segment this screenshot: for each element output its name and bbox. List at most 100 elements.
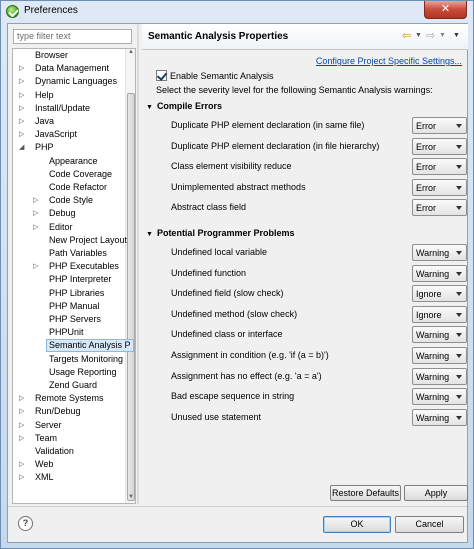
severity-value: Warning (416, 392, 450, 403)
chevron-down-icon (456, 292, 462, 297)
preference-tree: ▲ ▼ Browser ▷ Data Management ▷ Dynamic Lang… (12, 48, 136, 504)
collapsed-arrow-icon[interactable]: ▷ (19, 128, 27, 141)
tree-item-label: JavaScript (35, 129, 78, 140)
collapsed-arrow-icon[interactable]: ▷ (19, 89, 27, 102)
tree-item-label: Appearance (49, 155, 98, 166)
section-collapse-icon[interactable]: ▼ (146, 231, 153, 238)
severity-select[interactable]: Ignore (412, 305, 467, 323)
forward-dropdown-icon[interactable]: ▼ (439, 29, 446, 43)
panel-sash[interactable] (137, 24, 139, 504)
severity-rule-row: Duplicate PHP element declaration (in sa… (171, 117, 467, 135)
enable-semantic-analysis-checkbox[interactable] (156, 70, 167, 81)
tree-item-label: Editor (49, 221, 73, 232)
severity-rule-row: Undefined field (slow check) Ignore (171, 285, 467, 303)
collapsed-arrow-icon[interactable]: ▷ (19, 392, 27, 405)
tree-item-label: Targets Monitoring (49, 353, 124, 364)
severity-select[interactable]: Error (412, 178, 467, 196)
filter-input[interactable]: type filter text (13, 29, 132, 44)
back-dropdown-icon[interactable]: ▼ (415, 29, 422, 43)
rule-label: Undefined field (slow check) (171, 288, 284, 299)
severity-value: Warning (416, 371, 450, 382)
collapsed-arrow-icon[interactable]: ▷ (19, 62, 27, 75)
section-header[interactable]: ▼ Potential Programmer Problems (146, 227, 294, 240)
severity-select[interactable]: Warning (412, 408, 467, 426)
collapsed-arrow-icon[interactable]: ▷ (19, 405, 27, 418)
tree-item-label: Usage Reporting (49, 366, 117, 377)
section-collapse-icon[interactable]: ▼ (146, 104, 153, 111)
chevron-down-icon (456, 124, 462, 128)
rule-label: Assignment in condition (e.g. 'if (a = b… (171, 350, 329, 360)
severity-rule-row: Duplicate PHP element declaration (in fi… (171, 137, 467, 156)
severity-rule-row: Bad escape sequence in string Warning (171, 388, 467, 406)
forward-arrow-icon[interactable]: ⇨ (426, 29, 435, 43)
enable-semantic-analysis-label: Enable Semantic Analysis (170, 71, 274, 81)
collapsed-arrow-icon[interactable]: ▷ (33, 260, 41, 273)
configure-project-settings-link[interactable]: Configure Project Specific Settings... (316, 56, 462, 66)
collapsed-arrow-icon[interactable]: ▷ (33, 207, 41, 220)
severity-rule-row: Undefined method (slow check) Ignore (171, 305, 467, 324)
rule-label: Undefined class or interface (171, 329, 283, 340)
collapsed-arrow-icon[interactable]: ▷ (33, 221, 41, 234)
page-title: Semantic Analysis Properties (148, 31, 289, 42)
section-title: Potential Programmer Problems (156, 228, 295, 238)
tree-item-label: Dynamic Languages (35, 76, 118, 87)
tree-item-label: New Project Layout (49, 234, 128, 245)
tree-item-label: PHP Interpreter (49, 274, 112, 285)
severity-value: Error (416, 162, 436, 173)
rule-label: Duplicate PHP element declaration (in sa… (171, 120, 365, 130)
severity-value: Ignore (416, 309, 442, 320)
severity-select[interactable]: Error (412, 158, 467, 176)
severity-select[interactable]: Error (412, 199, 467, 217)
collapsed-arrow-icon[interactable]: ▷ (19, 458, 27, 471)
ok-button[interactable]: OK (323, 516, 391, 533)
close-button[interactable]: ✕ (424, 1, 467, 19)
tree-item-label: XML (35, 472, 54, 483)
collapsed-arrow-icon[interactable]: ▷ (19, 102, 27, 115)
collapsed-arrow-icon[interactable]: ▷ (19, 75, 27, 88)
scroll-up-icon[interactable]: ▲ (127, 49, 135, 58)
severity-select[interactable]: Error (412, 137, 467, 155)
collapsed-arrow-icon[interactable]: ▷ (19, 115, 27, 128)
tree-item-label: Validation (35, 446, 74, 456)
severity-select[interactable]: Warning (412, 264, 467, 282)
scroll-down-icon[interactable]: ▼ (127, 494, 135, 503)
scroll-thumb[interactable] (127, 93, 135, 501)
severity-select[interactable]: Warning (412, 326, 467, 344)
preferences-window: Preferences ✕ type filter text ▲ ▼ Brows… (0, 0, 474, 549)
tree-item-label: PHP Libraries (49, 287, 105, 298)
tree-item-label: Install/Update (35, 102, 91, 113)
severity-select[interactable]: Warning (412, 347, 467, 364)
section-header[interactable]: ▼ Compile Errors (146, 100, 222, 113)
title-bar[interactable]: Preferences ✕ (1, 1, 473, 23)
collapsed-arrow-icon[interactable]: ▷ (33, 194, 41, 207)
expanded-arrow-icon[interactable]: ◢ (19, 141, 27, 154)
tree-item-label: Zend Guard (49, 380, 98, 390)
collapsed-arrow-icon[interactable]: ▷ (19, 419, 27, 432)
tree-scrollbar[interactable]: ▲ ▼ (125, 49, 135, 503)
severity-value: Warning (416, 268, 450, 279)
tree-item-label: Code Coverage (49, 168, 113, 179)
apply-button[interactable]: Apply (404, 485, 468, 501)
severity-rule-row: Unimplemented abstract methods Error (171, 178, 467, 197)
tree-item-label: Help (35, 89, 54, 100)
preference-page: Semantic Analysis Properties ⇦ ▼ ⇨ ▼ ▼ C… (142, 24, 468, 504)
severity-value: Error (416, 203, 436, 214)
severity-select[interactable]: Error (412, 117, 467, 134)
tree-item-label: Semantic Analysis P (46, 339, 134, 353)
collapsed-arrow-icon[interactable]: ▷ (19, 432, 27, 445)
severity-select[interactable]: Warning (412, 244, 467, 261)
chevron-down-icon (456, 251, 462, 255)
severity-select[interactable]: Warning (412, 367, 467, 385)
cancel-button[interactable]: Cancel (395, 516, 464, 533)
severity-rule-row: Undefined class or interface Warning (171, 326, 467, 344)
chevron-down-icon (456, 165, 462, 170)
collapsed-arrow-icon[interactable]: ▷ (19, 471, 27, 484)
help-icon[interactable]: ? (18, 516, 33, 531)
severity-select[interactable]: Ignore (412, 285, 467, 303)
back-arrow-icon[interactable]: ⇦ (402, 29, 411, 43)
view-menu-icon[interactable]: ▼ (453, 29, 460, 43)
tree-item-label: Remote Systems (35, 393, 104, 404)
chevron-down-icon (456, 206, 462, 211)
restore-defaults-button[interactable]: Restore Defaults (330, 485, 401, 501)
severity-select[interactable]: Warning (412, 388, 467, 406)
